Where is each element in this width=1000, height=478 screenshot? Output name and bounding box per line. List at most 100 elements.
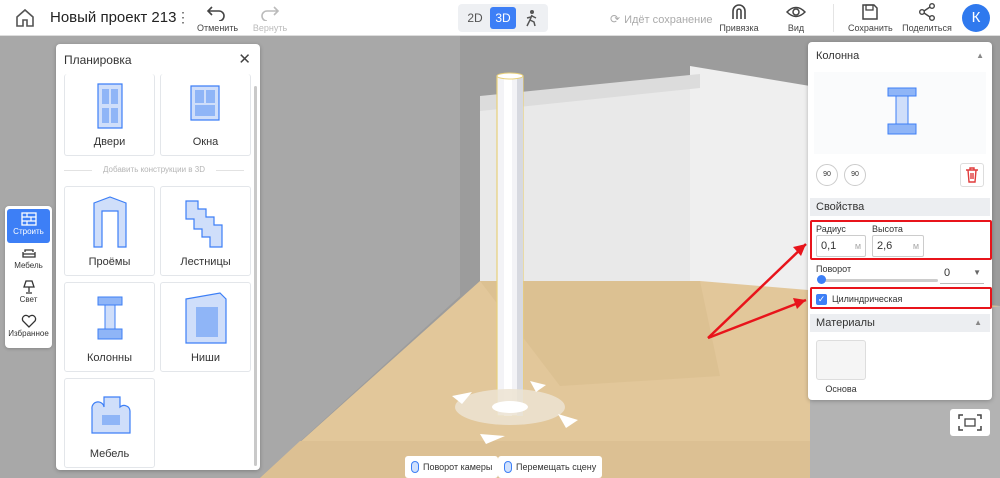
catalog-item-doors[interactable]: Двери bbox=[64, 74, 155, 156]
properties-section-title: Свойства bbox=[816, 201, 865, 213]
view-2d-button[interactable]: 2D bbox=[462, 7, 488, 29]
project-title[interactable]: Новый проект 213 bbox=[50, 9, 176, 26]
windows-label: Окна bbox=[192, 136, 219, 148]
magnet-icon bbox=[732, 4, 746, 19]
doors-label: Двери bbox=[93, 136, 126, 148]
mouse-left-icon bbox=[411, 461, 419, 473]
catalog-item-niches[interactable]: Ниши bbox=[160, 282, 251, 372]
category-toolstrip: Строить Мебель Свет Избранное bbox=[5, 206, 52, 348]
hint-move-text: Перемещать сцену bbox=[516, 462, 597, 472]
collapse-caret-icon[interactable]: ▲ bbox=[976, 51, 984, 60]
rotate-left-button[interactable]: 90 bbox=[816, 164, 838, 186]
niches-label: Ниши bbox=[190, 352, 221, 364]
heart-icon bbox=[21, 314, 36, 328]
tool-build[interactable]: Строить bbox=[7, 209, 50, 243]
properties-section-header: Свойства bbox=[810, 198, 990, 216]
share-button[interactable]: Поделиться bbox=[902, 3, 952, 33]
sync-icon: ⟳ bbox=[610, 12, 621, 26]
close-icon[interactable]: ✕ bbox=[238, 50, 251, 68]
save-label: Сохранить bbox=[848, 23, 893, 33]
rotate-left-label: 90 bbox=[823, 171, 831, 178]
collapse-caret-icon: ▲ bbox=[974, 318, 982, 327]
view-mode-toggle: 2D 3D bbox=[458, 4, 548, 32]
door-icon bbox=[96, 83, 123, 129]
view-label: Вид bbox=[787, 23, 805, 33]
eye-icon bbox=[786, 6, 806, 18]
user-avatar[interactable]: К bbox=[962, 4, 990, 32]
catalog-item-windows[interactable]: Окна bbox=[160, 74, 251, 156]
tool-furniture-label: Мебель bbox=[14, 261, 43, 270]
rotation-slider-track[interactable] bbox=[818, 279, 938, 282]
column-preview-icon bbox=[887, 87, 917, 135]
tool-furniture[interactable]: Мебель bbox=[7, 243, 50, 277]
rotation-value: 0 bbox=[944, 267, 951, 279]
project-menu-icon[interactable]: ⋮ bbox=[176, 9, 190, 26]
panel-title: Планировка bbox=[64, 53, 132, 67]
hint-move-scene: Перемещать сцену bbox=[498, 456, 603, 478]
window-icon bbox=[189, 85, 220, 121]
materials-section-header[interactable]: Материалы ▲ bbox=[810, 314, 990, 332]
tool-favorites[interactable]: Избранное bbox=[7, 311, 50, 345]
walking-person-icon bbox=[526, 10, 537, 27]
delete-button[interactable] bbox=[960, 163, 984, 187]
tool-build-label: Строить bbox=[13, 227, 44, 236]
toolbar-divider bbox=[833, 4, 834, 32]
furniture-label: Мебель bbox=[89, 448, 130, 460]
redo-icon bbox=[261, 6, 280, 21]
planning-panel: Планировка ✕ Двери Окна Добавить констру… bbox=[56, 44, 260, 470]
tool-light[interactable]: Свет bbox=[7, 277, 50, 311]
redo-button[interactable]: Вернуть bbox=[252, 3, 288, 33]
rotation-select[interactable]: 0 ▼ bbox=[940, 264, 984, 284]
properties-title: Колонна bbox=[816, 50, 860, 62]
highlight-dimensions bbox=[810, 220, 992, 260]
saving-status: ⟳ Идёт сохранение bbox=[610, 12, 712, 26]
fullscreen-icon bbox=[958, 414, 982, 431]
hint-rotate-text: Поворот камеры bbox=[423, 462, 493, 472]
chevron-down-icon: ▼ bbox=[973, 268, 981, 277]
material-swatch[interactable] bbox=[816, 340, 866, 380]
stairs-label: Лестницы bbox=[180, 256, 231, 268]
tool-favorites-label: Избранное bbox=[8, 329, 49, 338]
home-icon[interactable] bbox=[14, 8, 36, 28]
catalog-item-stairs[interactable]: Лестницы bbox=[160, 186, 251, 276]
trash-icon bbox=[966, 167, 978, 183]
catalog-item-columns[interactable]: Колонны bbox=[64, 282, 155, 372]
floppy-icon bbox=[862, 4, 878, 20]
snap-label: Привязка bbox=[719, 23, 759, 33]
object-preview bbox=[814, 72, 986, 154]
redo-label: Вернуть bbox=[252, 23, 288, 33]
rotate-right-label: 90 bbox=[851, 171, 859, 178]
highlight-cylindrical bbox=[810, 287, 992, 309]
section-divider: Добавить конструкции в 3D bbox=[64, 165, 244, 174]
stairs-icon bbox=[184, 200, 223, 248]
niche-icon bbox=[184, 292, 227, 344]
opening-icon bbox=[92, 196, 127, 248]
armchair-icon bbox=[90, 396, 131, 434]
undo-icon bbox=[206, 6, 225, 21]
brick-icon bbox=[20, 212, 37, 226]
columns-label: Колонны bbox=[87, 352, 132, 364]
sofa-icon bbox=[21, 249, 36, 258]
view-3d-button[interactable]: 3D bbox=[490, 7, 516, 29]
fullscreen-button[interactable] bbox=[950, 409, 990, 436]
panel-scrollbar[interactable] bbox=[254, 86, 257, 466]
save-button[interactable]: Сохранить bbox=[848, 3, 893, 33]
view-button[interactable]: Вид bbox=[782, 3, 810, 33]
rotation-slider-knob[interactable] bbox=[817, 275, 826, 284]
catalog-item-openings[interactable]: Проёмы bbox=[64, 186, 155, 276]
top-toolbar: Новый проект 213 ⋮ Отменить Вернуть 2D 3… bbox=[0, 0, 1000, 36]
catalog-item-furniture[interactable]: Мебель bbox=[64, 378, 155, 468]
materials-section-title: Материалы bbox=[816, 317, 875, 329]
openings-label: Проёмы bbox=[88, 256, 131, 268]
undo-label: Отменить bbox=[197, 23, 239, 33]
column-icon bbox=[97, 296, 122, 340]
undo-button[interactable]: Отменить bbox=[197, 3, 239, 33]
mouse-right-icon bbox=[504, 461, 512, 473]
walk-mode-button[interactable] bbox=[518, 7, 544, 29]
tool-light-label: Свет bbox=[19, 295, 38, 304]
share-label: Поделиться bbox=[902, 23, 952, 33]
snap-button[interactable]: Привязка bbox=[718, 3, 760, 33]
rotate-right-button[interactable]: 90 bbox=[844, 164, 866, 186]
saving-status-text: Идёт сохранение bbox=[624, 14, 713, 26]
share-icon bbox=[919, 3, 935, 21]
